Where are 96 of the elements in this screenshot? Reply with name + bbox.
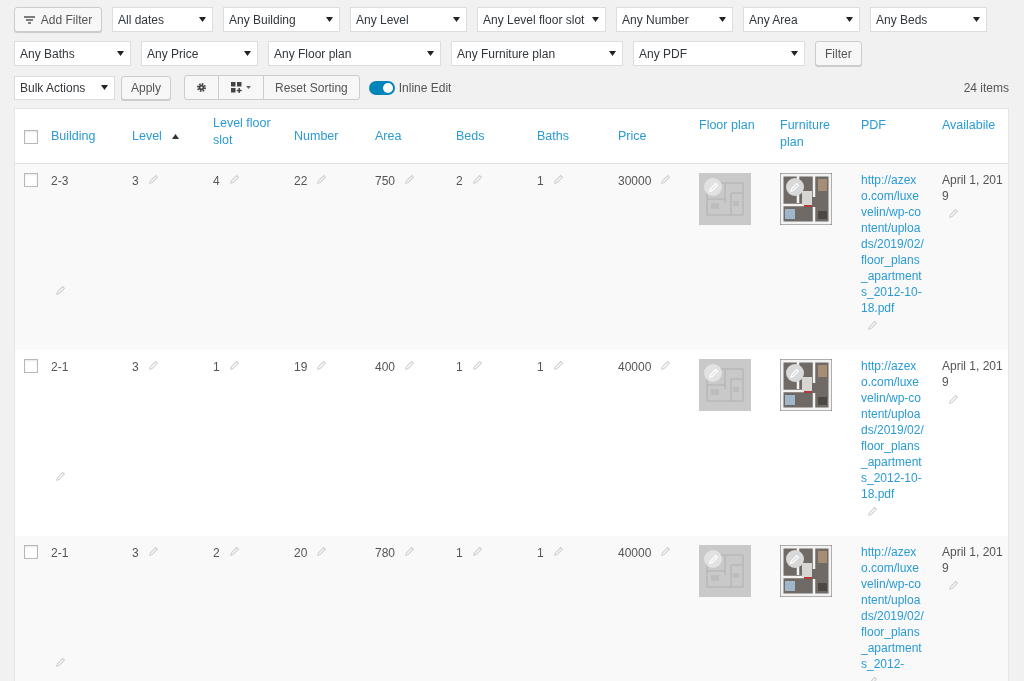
pencil-icon[interactable] [404,174,416,185]
dropdown-arrow-icon [609,51,616,56]
filter-dropdown[interactable]: Any Beds [870,7,987,32]
dropdown-arrow-icon [791,51,798,56]
table-cell-text: 1 [213,359,220,376]
table-cell-text: 1 [456,545,463,562]
pencil-icon[interactable] [660,174,672,185]
item-count: 24 items [963,79,1009,97]
table-cell-text: 19 [294,359,308,376]
row-checkbox[interactable] [24,545,38,559]
dropdown-arrow-icon [973,17,980,22]
add-filter-button[interactable]: Add Filter [14,7,102,32]
filter-button[interactable]: Filter [815,41,862,66]
table-cell-text: 3 [132,545,139,562]
apply-button[interactable]: Apply [121,75,172,100]
pencil-icon[interactable] [228,174,240,185]
select-all-checkbox[interactable] [24,129,38,144]
dropdown-arrow-icon [453,17,460,22]
inline-edit-label: Inline Edit [398,79,452,97]
table-cell-text: 750 [375,173,396,190]
dropdown-arrow-icon [326,17,333,22]
pencil-icon[interactable] [316,546,328,557]
pencil-icon[interactable] [147,546,159,557]
inline-edit-toggle[interactable] [368,80,395,95]
filter-dropdown[interactable]: Any Number [616,7,733,32]
table-cell-text: 30000 [618,173,652,190]
pencil-icon[interactable] [867,320,878,331]
pencil-icon[interactable] [55,471,66,482]
table-cell-text: 22 [294,173,308,190]
pencil-icon[interactable] [404,546,416,557]
table-cell-text: April 1, 2019 [942,172,1004,204]
pencil-icon[interactable] [948,394,959,405]
dropdown-arrow-icon [101,85,108,90]
table-cell-text: 1 [456,359,463,376]
grid-icon [231,82,243,93]
bulk-actions-dropdown[interactable]: Bulk Actions [14,75,115,100]
pencil-icon[interactable] [948,580,959,591]
table-cell-text: 2-1 [51,359,69,376]
dropdown-arrow-icon [244,51,251,56]
dropdown-arrow-icon [592,17,599,22]
table-cell-text: 2 [213,545,220,562]
pencil-icon[interactable] [147,360,159,371]
pencil-icon[interactable] [55,657,66,668]
pencil-icon[interactable] [228,546,240,557]
row-checkbox[interactable] [24,173,38,187]
filter-dropdown[interactable]: Any Floor plan [268,41,441,66]
pencil-icon[interactable] [55,285,66,296]
table-cell-text: 20 [294,545,308,562]
dropdown-arrow-icon [117,51,124,56]
filter-dropdown[interactable]: Any Price [141,41,258,66]
table-cell-text: 1 [537,173,544,190]
table-cell-text: 2-1 [51,545,69,562]
pencil-icon[interactable] [471,360,483,371]
table-cell-text: 3 [132,359,139,376]
pencil-icon[interactable] [552,360,564,371]
filter-dropdown[interactable]: Any Baths [14,41,131,66]
pencil-icon[interactable] [471,546,483,557]
pencil-icon[interactable] [228,360,240,371]
filter-dropdown[interactable]: Any Furniture plan [451,41,623,66]
pencil-icon[interactable] [660,360,672,371]
filter-dropdown[interactable]: All dates [112,7,213,32]
pencil-icon[interactable] [147,174,159,185]
pencil-icon[interactable] [552,546,564,557]
pencil-icon[interactable] [316,174,328,185]
filter-dropdown[interactable]: Any Area [743,7,860,32]
dropdown-arrow-icon [719,17,726,22]
table-cell-text: 40000 [618,359,652,376]
dropdown-arrow-icon [427,51,434,56]
table-cell-text: 780 [375,545,396,562]
row-checkbox[interactable] [24,359,38,373]
table-cell-text: April 1, 2019 [942,358,1004,390]
table-cell-text: 1 [537,359,544,376]
table-cell-text: 1 [537,545,544,562]
pencil-icon[interactable] [404,360,416,371]
table-cell-text: 3 [132,173,139,190]
pencil-icon[interactable] [552,174,564,185]
caret-icon [246,86,252,89]
filter-icon [23,15,35,24]
table-cell-text: 40000 [618,545,652,562]
filter-dropdown[interactable]: Any Building [223,7,340,32]
table-cell-text: April 1, 2019 [942,544,1004,576]
filter-dropdown[interactable]: Any PDF [633,41,805,66]
dropdown-arrow-icon [199,17,206,22]
filter-dropdown[interactable]: Any Level [350,7,467,32]
pencil-icon[interactable] [948,208,959,219]
dropdown-arrow-icon [846,17,853,22]
table-cell-text: 2 [456,173,463,190]
pencil-icon[interactable] [316,360,328,371]
table-cell-text: 2-3 [51,173,69,190]
settings-icon [196,82,208,93]
table-cell-text: 400 [375,359,396,376]
pencil-icon[interactable] [660,546,672,557]
filter-dropdown[interactable]: Any Level floor slot [477,7,606,32]
pencil-icon[interactable] [471,174,483,185]
table-cell-text: 4 [213,173,220,190]
pencil-icon[interactable] [867,506,878,517]
